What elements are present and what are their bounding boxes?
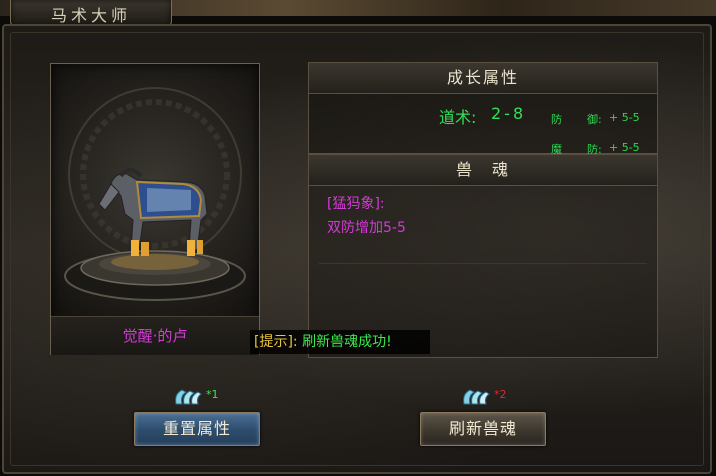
horse-portrait-image — [64, 87, 246, 301]
refresh-cost-count: *2 — [494, 387, 507, 401]
reset-cost-count: *1 — [206, 387, 219, 401]
tip-message: 刷新兽魂成功! — [302, 334, 392, 350]
reset-attributes-button[interactable]: 重置属性 — [134, 412, 260, 446]
soul-divider — [319, 263, 647, 264]
beast-soul-header: 兽 魂 — [309, 155, 657, 186]
window-title-tab: 马术大师 — [10, 0, 172, 27]
horse-name-label: 觉醒·的卢 — [51, 316, 259, 355]
magic-defense-value: + 5-5 — [609, 141, 640, 154]
growth-attributes-header: 成长属性 — [309, 63, 657, 94]
beast-soul-effect: 双防增加5-5 — [327, 220, 406, 236]
beast-soul-name: [猛犸象]: — [327, 196, 385, 212]
defense-label: 防 — [551, 113, 562, 126]
reset-cost: *1 — [172, 386, 219, 408]
soul-crystal-icon — [175, 389, 202, 405]
tip-toast: [提示]: 刷新兽魂成功! — [250, 330, 430, 354]
beast-soul-panel: 兽 魂 [猛犸象]: 双防增加5-5 — [308, 154, 658, 358]
defense-label-suffix: 御: — [587, 113, 602, 126]
window-title: 马术大师 — [50, 6, 131, 25]
taoist-value: 2-8 — [491, 104, 527, 123]
refresh-beast-soul-button[interactable]: 刷新兽魂 — [420, 412, 546, 446]
defense-value: + 5-5 — [609, 111, 640, 124]
horse-portrait-panel: 觉醒·的卢 — [50, 63, 260, 355]
taoist-label: 道术: — [439, 108, 477, 127]
soul-crystal-icon — [463, 389, 490, 405]
tip-label: [提示]: — [254, 334, 298, 350]
refresh-cost: *2 — [460, 386, 507, 408]
growth-attributes-panel: 成长属性 道术: 2-8 防 御: + 5-5 魔 防: + 5-5 — [308, 62, 658, 156]
